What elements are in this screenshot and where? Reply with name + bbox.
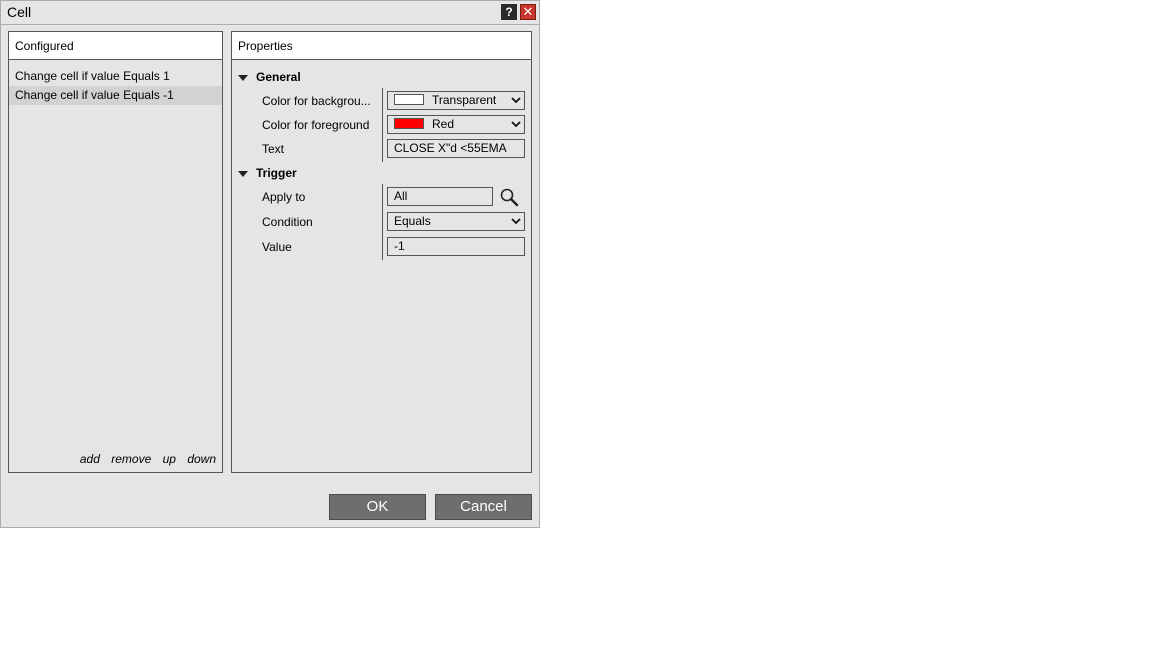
title-bar: Cell ? ✕ (1, 1, 539, 25)
apply-to-label: Apply to (262, 190, 306, 204)
properties-header-label: Properties (238, 39, 293, 53)
list-item[interactable]: Change cell if value Equals 1 (9, 67, 222, 86)
configured-header: Configured (9, 32, 222, 60)
properties-header: Properties (232, 32, 531, 60)
text-input[interactable]: CLOSE X"d <55EMA (387, 139, 525, 158)
help-button[interactable]: ? (501, 4, 517, 20)
condition-label: Condition (262, 215, 313, 229)
trigger-section-toggle[interactable]: Trigger (238, 166, 297, 180)
apply-to-input[interactable]: All (387, 187, 493, 206)
list-actions: add remove up down (72, 452, 216, 466)
configured-header-label: Configured (15, 39, 74, 53)
foreground-color-label: Color for foreground (262, 118, 370, 132)
value-label: Value (262, 240, 292, 254)
value-input[interactable]: -1 (387, 237, 525, 256)
chevron-down-icon (511, 121, 521, 128)
chevron-down-icon (511, 97, 521, 104)
foreground-color-swatch (394, 118, 424, 130)
down-link[interactable]: down (187, 452, 216, 466)
collapse-triangle-icon (238, 74, 248, 81)
chevron-down-icon (511, 218, 521, 225)
cancel-button[interactable]: Cancel (435, 494, 532, 520)
general-section-title: General (256, 70, 301, 84)
background-color-label: Color for backgrou... (262, 94, 371, 108)
trigger-divider (382, 184, 383, 260)
window-title: Cell (7, 4, 32, 20)
up-link[interactable]: up (163, 452, 176, 466)
ok-button[interactable]: OK (329, 494, 426, 520)
text-label: Text (262, 142, 285, 156)
foreground-color-value: Red (432, 117, 455, 131)
background-color-swatch (394, 94, 424, 106)
search-icon[interactable] (499, 187, 519, 207)
list-item-selected[interactable]: Change cell if value Equals -1 (9, 86, 222, 105)
general-divider (382, 88, 383, 162)
close-button[interactable]: ✕ (520, 4, 536, 20)
configured-panel: Configured Change cell if value Equals 1… (8, 31, 223, 473)
collapse-triangle-icon (238, 170, 248, 177)
background-color-value: Transparent (432, 93, 497, 107)
add-link[interactable]: add (80, 452, 100, 466)
background-color-select[interactable]: Transparent (387, 91, 525, 110)
condition-value: Equals (394, 214, 431, 228)
properties-panel: Properties General Color for backgrou...… (231, 31, 532, 473)
cell-dialog: Cell ? ✕ Configured Change cell if value… (0, 0, 540, 528)
general-section-toggle[interactable]: General (238, 70, 301, 84)
foreground-color-select[interactable]: Red (387, 115, 525, 134)
condition-select[interactable]: Equals (387, 212, 525, 231)
trigger-section-title: Trigger (256, 166, 297, 180)
remove-link[interactable]: remove (111, 452, 151, 466)
